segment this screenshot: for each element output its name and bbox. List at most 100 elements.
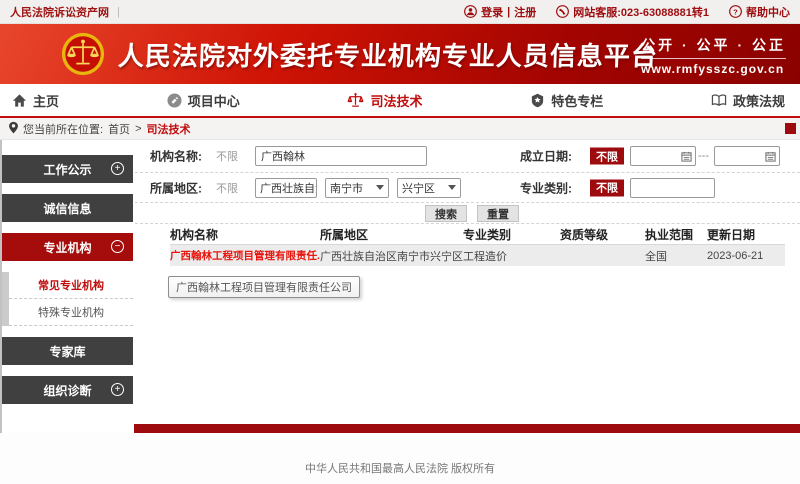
table-row[interactable]: 广西翰林工程项目管理有限责任... 广西壮族自治区南宁市兴宁区 工程造价 全国 … xyxy=(170,245,785,266)
help-icon: ? xyxy=(729,5,742,18)
sidebar-item-org-diagnosis[interactable]: 组织诊断 + xyxy=(2,376,133,404)
badge-icon xyxy=(530,93,545,108)
col-header-category: 专业类别 xyxy=(463,226,560,243)
home-icon xyxy=(12,93,27,108)
org-name-tooltip: 广西翰林工程项目管理有限责任公司 xyxy=(168,276,360,298)
province-select-value: 广西壮族自治 xyxy=(260,180,317,196)
district-select-value: 兴宁区 xyxy=(402,180,435,196)
nav-item-featured[interactable]: 特色专栏 xyxy=(530,91,603,110)
action-buttons-row: 搜索 重置 xyxy=(135,203,800,224)
filter-row-name-date: 机构名称: 不限 成立日期: 不限 --- xyxy=(135,140,800,173)
minus-circle-icon: − xyxy=(111,240,124,253)
copyright-text: 中华人民共和国最高人民法院 版权所有 xyxy=(305,460,495,484)
search-button[interactable]: 搜索 xyxy=(425,205,467,222)
submenu-item-label: 常见专业机构 xyxy=(38,277,104,293)
filter-row-region-category: 所属地区: 不限 广西壮族自治 南宁市 兴宁区 专业类别: 不限 xyxy=(135,173,800,203)
cell-scope: 全国 xyxy=(633,248,707,264)
results-table: 机构名称 所属地区 专业类别 资质等级 执业范围 更新日期 广西翰林工程项目管理… xyxy=(170,225,785,266)
topbar-divider: | xyxy=(117,6,120,18)
main-nav: 主页 项目中心 司法技术 特色专栏 政策法规 xyxy=(0,84,800,118)
breadcrumb-home-link[interactable]: 首页 xyxy=(108,121,130,137)
submenu-item-special-orgs[interactable]: 特殊专业机构 xyxy=(9,299,133,326)
phone-icon xyxy=(556,5,569,18)
register-link[interactable]: 注册 xyxy=(514,4,536,20)
org-detail-link[interactable]: 广西翰林工程项目管理有限责任... xyxy=(170,250,320,262)
cell-updated: 2023-06-21 xyxy=(707,250,785,262)
slogan-text: 公开 · 公平 · 公正 xyxy=(641,35,786,59)
panel-bottom-red-bar xyxy=(134,424,800,433)
calendar-icon xyxy=(681,151,692,162)
help-group: ? 帮助中心 xyxy=(729,4,790,20)
nav-item-label: 司法技术 xyxy=(370,91,422,110)
sidebar: 工作公示 + 诚信信息 专业机构 − 常见专业机构 特殊专业机构 专家库 xyxy=(2,155,133,415)
nav-item-project-center[interactable]: 项目中心 xyxy=(167,91,240,110)
search-panel: 机构名称: 不限 成立日期: 不限 --- 所属地区: 不限 广西壮族自治 xyxy=(135,140,800,424)
help-center-link[interactable]: 帮助中心 xyxy=(746,4,790,20)
hotline-text: 网站客服:023-63088881转1 xyxy=(573,4,709,20)
table-header-row: 机构名称 所属地区 专业类别 资质等级 执业范围 更新日期 xyxy=(170,225,785,245)
col-header-org-name: 机构名称 xyxy=(170,226,320,243)
city-select[interactable]: 南宁市 xyxy=(325,178,389,198)
window-left-edge-line xyxy=(0,140,2,470)
login-group: 登录 | 注册 xyxy=(464,4,536,20)
plus-circle-icon: + xyxy=(111,162,124,175)
sidebar-item-label: 专业机构 xyxy=(43,239,91,256)
nav-item-home[interactable]: 主页 xyxy=(12,91,59,110)
scales-icon xyxy=(347,92,364,109)
user-icon xyxy=(464,5,477,18)
footer: 中华人民共和国最高人民法院 版权所有 xyxy=(0,433,800,484)
reset-button[interactable]: 重置 xyxy=(477,205,519,222)
plus-circle-icon: + xyxy=(111,383,124,396)
sidebar-item-label: 专家库 xyxy=(49,343,85,360)
district-select[interactable]: 兴宁区 xyxy=(397,178,461,198)
col-header-updated: 更新日期 xyxy=(707,226,785,243)
province-select[interactable]: 广西壮族自治 xyxy=(255,178,317,198)
sidebar-item-label: 诚信信息 xyxy=(43,200,91,217)
login-link[interactable]: 登录 xyxy=(481,4,503,20)
region-label: 所属地区: xyxy=(150,179,202,196)
cell-region: 广西壮族自治区南宁市兴宁区 xyxy=(320,248,463,264)
category-input[interactable] xyxy=(630,178,715,198)
date-start-input[interactable] xyxy=(630,146,696,166)
breadcrumb-current: 司法技术 xyxy=(147,121,191,137)
sidebar-item-expert-library[interactable]: 专家库 xyxy=(2,337,133,365)
date-end-input[interactable] xyxy=(714,146,780,166)
sidebar-item-work-publicity[interactable]: 工作公示 + xyxy=(2,155,133,183)
breadcrumb-prefix: 您当前所在位置: xyxy=(23,121,103,137)
region-unlimited-option[interactable]: 不限 xyxy=(216,180,238,196)
top-utility-bar: 人民法院诉讼资产网 | 登录 | 注册 网站客服:023-63088881转1 … xyxy=(0,0,800,24)
submenu-item-label: 特殊专业机构 xyxy=(38,304,104,320)
portal-site-link[interactable]: 人民法院诉讼资产网 xyxy=(10,4,109,20)
main-area: 工作公示 + 诚信信息 专业机构 − 常见专业机构 特殊专业机构 专家库 xyxy=(0,140,800,424)
col-header-grade: 资质等级 xyxy=(560,226,633,243)
project-icon xyxy=(167,93,182,108)
establish-date-label: 成立日期: xyxy=(520,148,572,165)
category-unlimited-button[interactable]: 不限 xyxy=(590,179,624,196)
sidebar-item-integrity-info[interactable]: 诚信信息 xyxy=(2,194,133,222)
court-emblem-logo xyxy=(60,31,106,77)
chevron-down-icon xyxy=(448,185,456,190)
breadcrumb: 您当前所在位置: 首页 > 司法技术 xyxy=(0,118,800,140)
svg-text:?: ? xyxy=(733,7,738,16)
org-name-input[interactable] xyxy=(255,146,427,166)
location-pin-icon xyxy=(8,121,19,137)
nav-item-label: 特色专栏 xyxy=(551,91,603,110)
website-url: www.rmfysszc.gov.cn xyxy=(641,62,786,76)
org-name-label: 机构名称: xyxy=(150,148,202,165)
page: 人民法院诉讼资产网 | 登录 | 注册 网站客服:023-63088881转1 … xyxy=(0,0,800,484)
date-range-separator: --- xyxy=(698,150,709,162)
category-label: 专业类别: xyxy=(520,179,572,196)
org-name-unlimited-option[interactable]: 不限 xyxy=(216,148,238,164)
nav-item-judicial-tech[interactable]: 司法技术 xyxy=(347,91,422,110)
nav-item-policies[interactable]: 政策法规 xyxy=(711,91,785,110)
submenu-item-common-orgs[interactable]: 常见专业机构 xyxy=(9,272,133,299)
nav-item-label: 项目中心 xyxy=(188,91,240,110)
hotline-group: 网站客服:023-63088881转1 xyxy=(556,4,709,20)
slogan-box: 公开 · 公平 · 公正 www.rmfysszc.gov.cn xyxy=(641,35,786,76)
col-header-region: 所属地区 xyxy=(320,226,463,243)
sidebar-submenu: 常见专业机构 特殊专业机构 xyxy=(2,272,133,326)
establish-date-unlimited-button[interactable]: 不限 xyxy=(590,148,624,165)
cell-category: 工程造价 xyxy=(463,248,560,264)
breadcrumb-separator: > xyxy=(135,123,141,135)
sidebar-item-professional-orgs[interactable]: 专业机构 − xyxy=(2,233,133,261)
